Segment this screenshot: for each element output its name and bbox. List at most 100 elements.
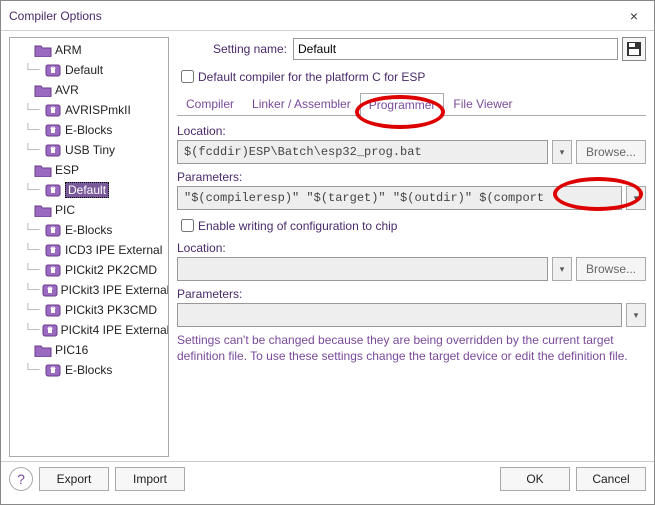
tree-twig-icon: └─ [24, 304, 42, 316]
tree-folder[interactable]: PIC16 [10, 340, 168, 360]
tree-label: PIC [55, 203, 75, 217]
tab-linker[interactable]: Linker / Assembler [243, 92, 360, 115]
default-compiler-label: Default compiler for the platform C for … [198, 70, 425, 84]
lock-icon [43, 102, 63, 118]
tab-bar: Compiler Linker / Assembler Programmer F… [177, 92, 646, 116]
tree-label: E-Blocks [65, 123, 112, 137]
lock-icon [43, 222, 63, 238]
location-dropdown-icon[interactable]: ▾ [552, 140, 572, 164]
folder-icon [33, 202, 53, 218]
tree-item[interactable]: └─ E-Blocks [10, 120, 168, 140]
parameters2-dropdown-icon[interactable]: ▾ [626, 303, 646, 327]
title-bar: Compiler Options × [1, 1, 654, 31]
tree-label: PICkit3 PK3CMD [65, 303, 157, 317]
tree-label: PICkit4 IPE External [61, 323, 169, 337]
lock-icon [43, 262, 63, 278]
tree-label: E-Blocks [65, 223, 112, 237]
tree-item[interactable]: └─ Default [10, 180, 168, 200]
tree-label: ICD3 IPE External [65, 243, 162, 257]
lock-icon [43, 62, 63, 78]
default-compiler-checkbox[interactable] [181, 70, 194, 83]
parameters2-input[interactable] [177, 303, 622, 327]
tree-twig-icon: └─ [24, 64, 42, 76]
parameters-label: Parameters: [177, 170, 646, 184]
lock-icon [43, 302, 63, 318]
help-button[interactable]: ? [9, 467, 33, 491]
location-browse-button[interactable]: Browse... [576, 140, 646, 164]
location2-input[interactable] [177, 257, 548, 281]
tree-folder[interactable]: ESP [10, 160, 168, 180]
lock-icon [43, 142, 63, 158]
tree-label: PIC16 [55, 343, 88, 357]
tree-label: Default [65, 63, 103, 77]
ok-button[interactable]: OK [500, 467, 570, 491]
footer-bar: ? Export Import OK Cancel [1, 461, 654, 495]
parameters-dropdown-icon[interactable]: ▾ [626, 186, 646, 210]
tab-fileviewer[interactable]: File Viewer [444, 92, 521, 115]
lock-icon [43, 362, 63, 378]
tree-item[interactable]: └─ ICD3 IPE External [10, 240, 168, 260]
parameters2-label: Parameters: [177, 287, 646, 301]
tab-programmer[interactable]: Programmer [360, 93, 445, 116]
parameters-input[interactable] [177, 186, 622, 210]
tree-twig-icon: └─ [24, 284, 40, 296]
tree-item[interactable]: └─ E-Blocks [10, 360, 168, 380]
lock-icon [43, 182, 63, 198]
location-input[interactable] [177, 140, 548, 164]
location2-dropdown-icon[interactable]: ▾ [552, 257, 572, 281]
tab-compiler[interactable]: Compiler [177, 92, 243, 115]
tree-twig-icon: └─ [24, 224, 42, 236]
tree-twig-icon: └─ [24, 104, 42, 116]
export-button[interactable]: Export [39, 467, 109, 491]
tree-folder[interactable]: ARM [10, 40, 168, 60]
tree-twig-icon: └─ [24, 144, 42, 156]
tree-label: AVR [55, 83, 79, 97]
enable-writing-checkbox[interactable] [181, 219, 194, 232]
tree-folder[interactable]: PIC [10, 200, 168, 220]
tree-item[interactable]: └─ PICkit3 PK3CMD [10, 300, 168, 320]
setting-name-label: Setting name: [177, 42, 287, 56]
close-icon[interactable]: × [622, 6, 646, 26]
setting-name-input[interactable] [293, 38, 618, 60]
override-note: Settings can't be changed because they a… [177, 333, 646, 364]
tree-label: PICkit2 PK2CMD [65, 263, 157, 277]
folder-icon [33, 82, 53, 98]
tree-twig-icon: └─ [24, 244, 42, 256]
tree-item[interactable]: └─ PICkit2 PK2CMD [10, 260, 168, 280]
settings-panel: Setting name: Default compiler for the p… [177, 37, 646, 457]
folder-icon [33, 162, 53, 178]
tree-item[interactable]: └─ PICkit3 IPE External [10, 280, 168, 300]
location2-label: Location: [177, 241, 646, 255]
enable-writing-label: Enable writing of configuration to chip [198, 219, 397, 233]
cancel-button[interactable]: Cancel [576, 467, 646, 491]
tree-label: ARM [55, 43, 82, 57]
compiler-tree[interactable]: ARM └─ Default AVR └─ AVRISPmkII └─ E-Blocks └─ U… [9, 37, 169, 457]
folder-icon [33, 42, 53, 58]
import-button[interactable]: Import [115, 467, 185, 491]
tree-label: AVRISPmkII [65, 103, 131, 117]
location2-browse-button[interactable]: Browse... [576, 257, 646, 281]
tree-label: Default [65, 182, 109, 198]
lock-icon [41, 322, 59, 338]
lock-icon [43, 242, 63, 258]
tree-label: PICkit3 IPE External [61, 283, 169, 297]
tree-item[interactable]: └─ Default [10, 60, 168, 80]
tree-twig-icon: └─ [24, 184, 42, 196]
tree-label: E-Blocks [65, 363, 112, 377]
tree-twig-icon: └─ [24, 324, 40, 336]
tree-twig-icon: └─ [24, 364, 42, 376]
tree-twig-icon: └─ [24, 124, 42, 136]
folder-icon [33, 342, 53, 358]
tree-item[interactable]: └─ PICkit4 IPE External [10, 320, 168, 340]
tree-item[interactable]: └─ AVRISPmkII [10, 100, 168, 120]
tree-label: ESP [55, 163, 79, 177]
tree-twig-icon: └─ [24, 264, 42, 276]
lock-icon [43, 122, 63, 138]
tree-item[interactable]: └─ USB Tiny [10, 140, 168, 160]
location-label: Location: [177, 124, 646, 138]
lock-icon [41, 282, 59, 298]
tree-folder[interactable]: AVR [10, 80, 168, 100]
tree-label: USB Tiny [65, 143, 115, 157]
save-icon[interactable] [622, 37, 646, 61]
tree-item[interactable]: └─ E-Blocks [10, 220, 168, 240]
